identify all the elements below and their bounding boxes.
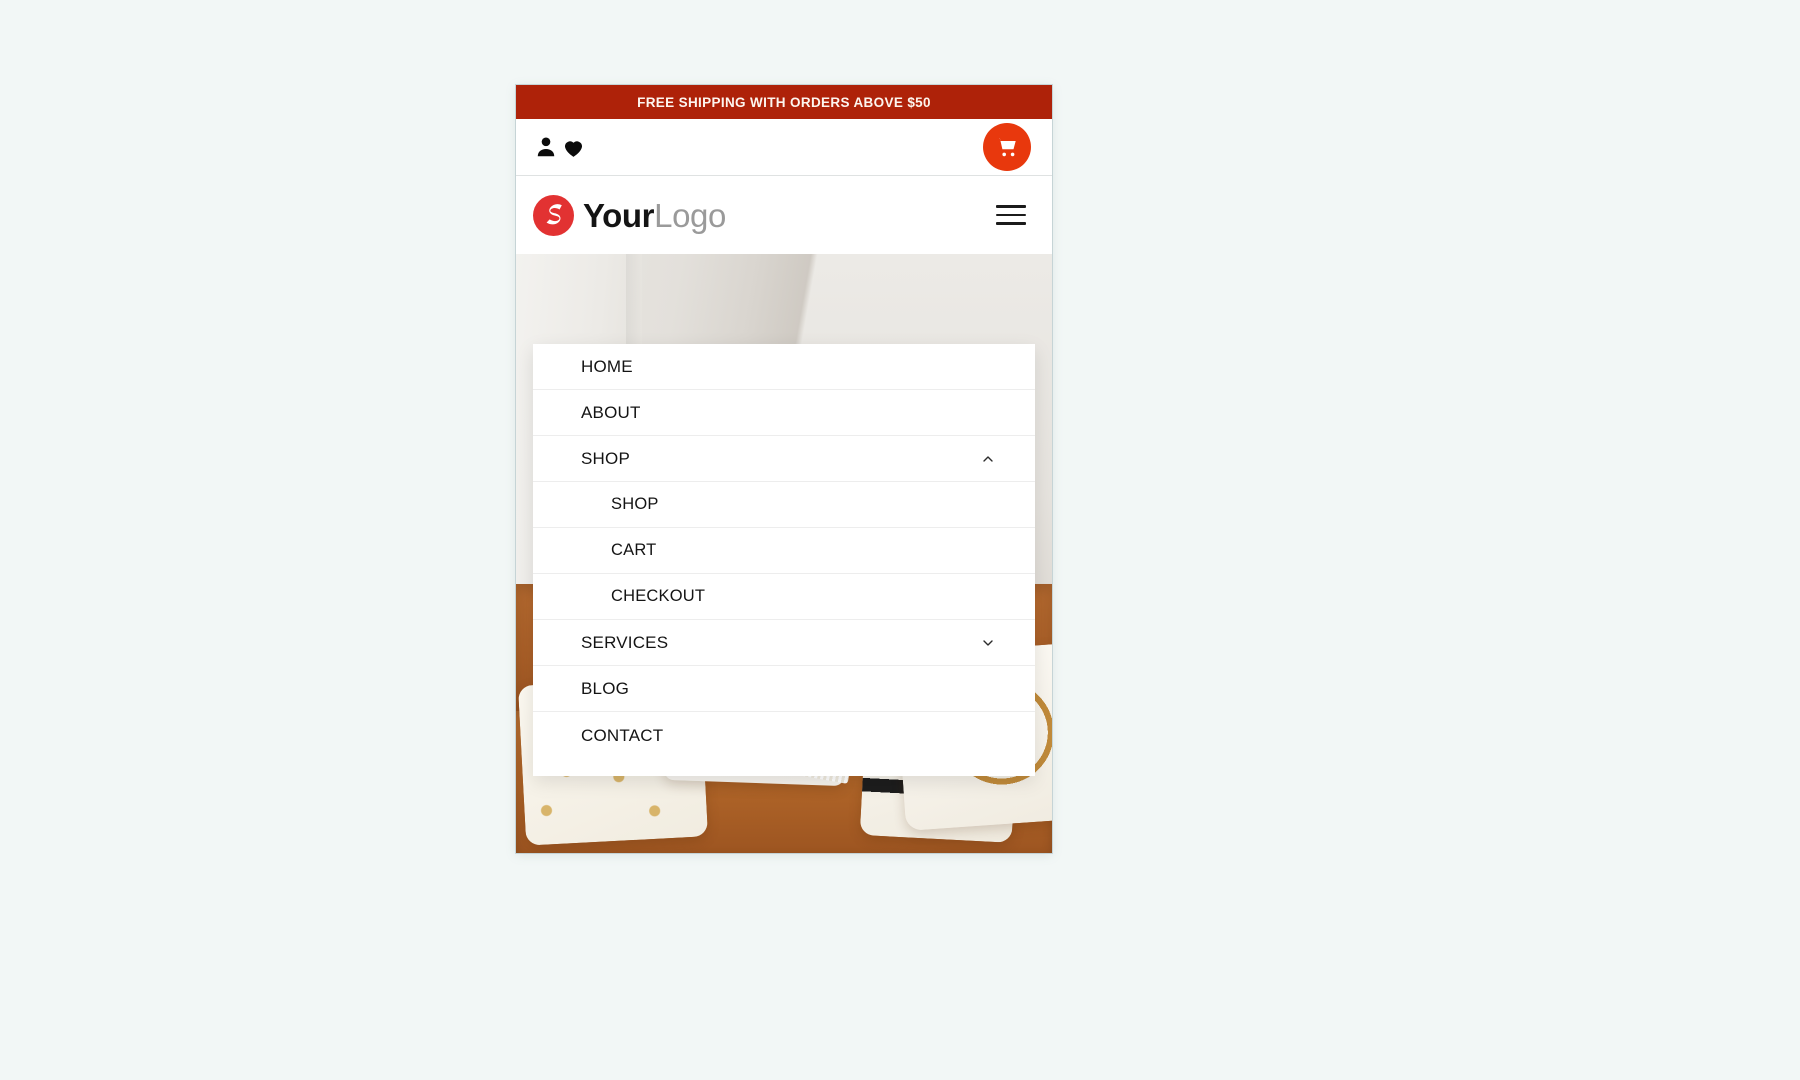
nav-item-about[interactable]: ABOUT: [533, 390, 1035, 436]
nav-item-label: SHOP: [581, 449, 630, 468]
nav-item-home[interactable]: HOME: [533, 344, 1035, 390]
shopping-cart-icon: [995, 135, 1019, 159]
nav-item-label: HOME: [581, 357, 633, 376]
chevron-up-icon[interactable]: [979, 450, 997, 468]
nav-item-services[interactable]: SERVICES: [533, 620, 1035, 666]
brand-name: YourLogo: [583, 199, 726, 232]
nav-item-label: CART: [611, 541, 657, 560]
nav-item-cart-sub[interactable]: CART: [533, 528, 1035, 574]
brand-name-light: Logo: [654, 196, 726, 234]
hamburger-bar-2: [996, 213, 1026, 217]
hamburger-bar-1: [996, 205, 1026, 208]
nav-item-label: CHECKOUT: [611, 587, 706, 606]
utility-bar: [516, 119, 1052, 176]
nav-item-blog[interactable]: BLOG: [533, 666, 1035, 712]
nav-item-contact[interactable]: CONTACT: [533, 712, 1035, 758]
mobile-nav-dropdown: HOME ABOUT SHOP SHOP CART CHECKOUT SERVICES BLO…: [533, 344, 1035, 776]
nav-item-checkout-sub[interactable]: CHECKOUT: [533, 574, 1035, 620]
nav-item-label: SHOP: [611, 495, 659, 514]
hamburger-menu-icon[interactable]: [996, 202, 1030, 228]
nav-item-label: CONTACT: [581, 725, 664, 745]
announcement-text: FREE SHIPPING WITH ORDERS ABOVE $50: [637, 94, 931, 110]
swoosh-logo-icon: [533, 194, 574, 236]
nav-item-shop-sub[interactable]: SHOP: [533, 482, 1035, 528]
user-icon[interactable]: [533, 134, 559, 160]
nav-item-shop[interactable]: SHOP: [533, 436, 1035, 482]
nav-item-label: ABOUT: [581, 403, 641, 422]
cart-button[interactable]: [983, 123, 1031, 171]
announcement-bar: FREE SHIPPING WITH ORDERS ABOVE $50: [516, 85, 1052, 119]
brand-name-bold: Your: [583, 196, 655, 234]
mobile-viewport-frame: FREE SHIPPING WITH ORDERS ABOVE $50 Your…: [516, 85, 1052, 853]
nav-item-label: BLOG: [581, 679, 630, 698]
heart-icon[interactable]: [561, 135, 586, 160]
utility-icon-group: [533, 134, 586, 160]
header-logo-bar: YourLogo: [516, 176, 1052, 254]
nav-item-label: SERVICES: [581, 633, 669, 652]
brand-logo[interactable]: YourLogo: [533, 194, 726, 236]
hamburger-bar-3: [996, 222, 1026, 225]
page-canvas: FREE SHIPPING WITH ORDERS ABOVE $50 Your…: [0, 0, 1800, 1080]
chevron-down-icon[interactable]: [979, 634, 997, 652]
